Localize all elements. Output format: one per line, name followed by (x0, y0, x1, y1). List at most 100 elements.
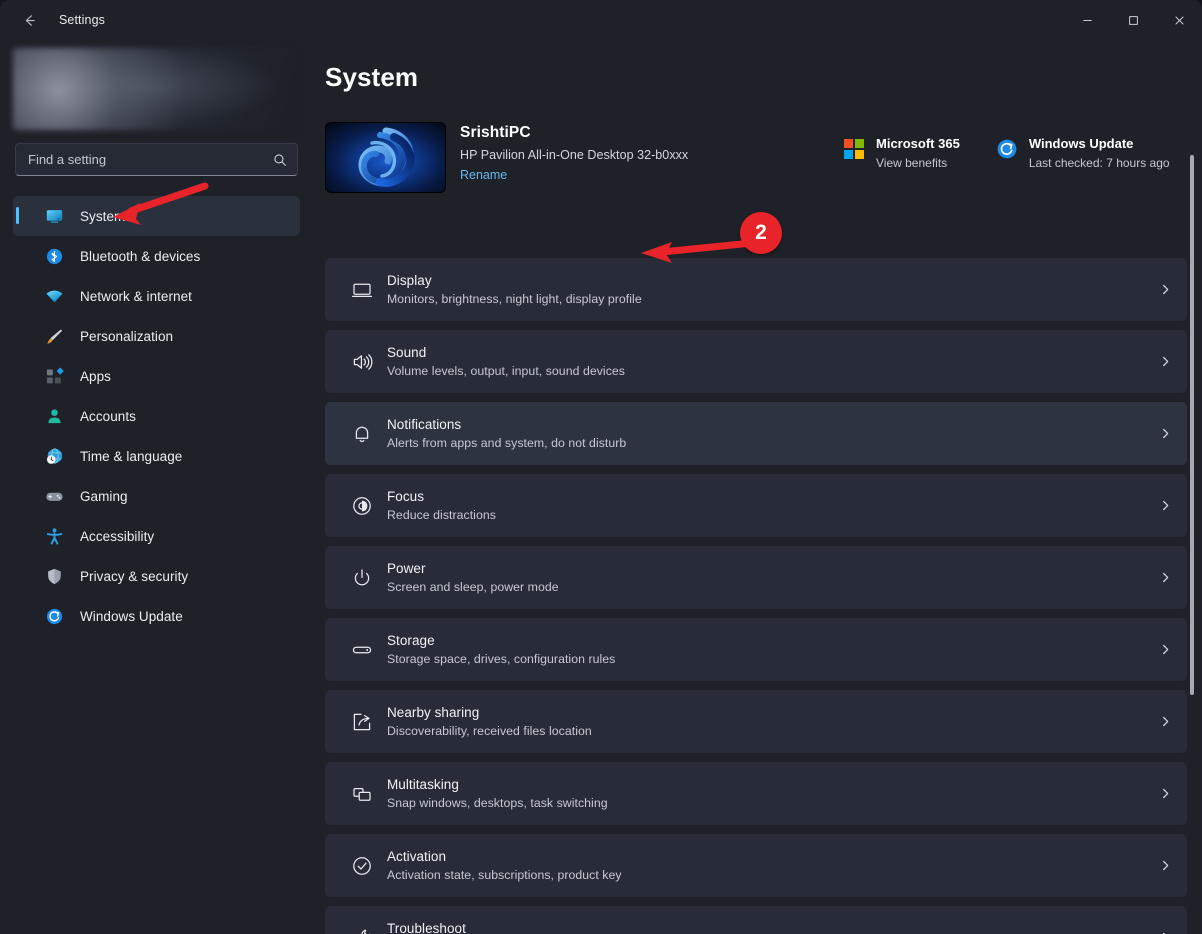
row-title: Troubleshoot (387, 921, 1143, 934)
device-model: HP Pavilion All-in-One Desktop 32-b0xxx (460, 148, 688, 162)
chevron-right-icon[interactable] (1143, 860, 1187, 871)
settings-row-activation[interactable]: Activation Activation state, subscriptio… (325, 834, 1187, 897)
speaker-icon (339, 351, 385, 373)
shield-icon (44, 566, 64, 586)
microsoft-365-card[interactable]: Microsoft 365 View benefits (843, 136, 960, 170)
sidebar-item-label: Bluetooth & devices (80, 249, 200, 264)
gamepad-icon (44, 486, 64, 506)
close-button[interactable] (1156, 0, 1202, 40)
wifi-icon (44, 286, 64, 306)
row-title: Nearby sharing (387, 705, 1143, 720)
sidebar-item-accounts[interactable]: Accounts (13, 396, 300, 436)
sidebar-item-bluetooth-devices[interactable]: Bluetooth & devices (13, 236, 300, 276)
sidebar-item-label: Accessibility (80, 529, 154, 544)
row-title: Focus (387, 489, 1143, 504)
back-button[interactable] (10, 5, 48, 35)
annotation-badge-2: 2 (740, 212, 782, 254)
chevron-right-icon[interactable] (1143, 500, 1187, 511)
share-icon (339, 711, 385, 733)
header-cards: Microsoft 365 View benefits Windows Upda… (843, 136, 1170, 170)
card-title: Windows Update (1029, 136, 1170, 151)
sidebar: System Bluetooth & devices (0, 40, 313, 934)
device-thumbnail (325, 122, 446, 193)
sidebar-item-label: Privacy & security (80, 569, 188, 584)
rename-link[interactable]: Rename (460, 168, 507, 182)
storage-drive-icon (339, 639, 385, 661)
accessibility-icon (44, 526, 64, 546)
settings-row-troubleshoot[interactable]: Troubleshoot Recommended troubleshooters… (325, 906, 1187, 934)
card-subtitle: Last checked: 7 hours ago (1029, 156, 1170, 170)
windows-bloom-wallpaper (342, 127, 430, 189)
device-info: SrishtiPC HP Pavilion All-in-One Desktop… (460, 124, 688, 184)
windows-update-card[interactable]: Windows Update Last checked: 7 hours ago (996, 136, 1170, 170)
scrollbar-thumb[interactable] (1190, 155, 1194, 695)
sidebar-item-windows-update[interactable]: Windows Update (13, 596, 300, 636)
settings-row-focus[interactable]: Focus Reduce distractions (325, 474, 1187, 537)
chevron-right-icon[interactable] (1143, 284, 1187, 295)
row-title: Display (387, 273, 1143, 288)
sidebar-item-apps[interactable]: Apps (13, 356, 300, 396)
checkmark-circle-icon (339, 855, 385, 877)
row-subtitle: Activation state, subscriptions, product… (387, 868, 1143, 882)
settings-row-nearby-sharing[interactable]: Nearby sharing Discoverability, received… (325, 690, 1187, 753)
minimize-icon (1082, 15, 1093, 26)
settings-row-power[interactable]: Power Screen and sleep, power mode (325, 546, 1187, 609)
settings-row-notifications[interactable]: Notifications Alerts from apps and syste… (325, 402, 1187, 465)
row-subtitle: Monitors, brightness, night light, displ… (387, 292, 1143, 306)
main-content: System (313, 40, 1202, 934)
sidebar-item-label: Accounts (80, 409, 136, 424)
window-title: Settings (59, 13, 105, 27)
row-title: Sound (387, 345, 1143, 360)
display-monitor-icon (44, 206, 64, 226)
account-card-blurred[interactable] (13, 48, 298, 130)
microsoft-logo-icon (843, 138, 865, 160)
card-title: Microsoft 365 (876, 136, 960, 151)
search-box[interactable] (15, 143, 298, 176)
row-title: Notifications (387, 417, 1143, 432)
sidebar-item-personalization[interactable]: Personalization (13, 316, 300, 356)
maximize-button[interactable] (1110, 0, 1156, 40)
sidebar-item-privacy-security[interactable]: Privacy & security (13, 556, 300, 596)
search-button[interactable] (263, 144, 297, 175)
sidebar-item-network-internet[interactable]: Network & internet (13, 276, 300, 316)
power-icon (339, 567, 385, 589)
device-header: SrishtiPC HP Pavilion All-in-One Desktop… (325, 122, 1188, 196)
wrench-icon (339, 927, 385, 934)
bluetooth-icon (44, 246, 64, 266)
title-bar: Settings (0, 0, 1202, 40)
chevron-right-icon[interactable] (1143, 356, 1187, 367)
sidebar-item-system[interactable]: System (13, 196, 300, 236)
chevron-right-icon[interactable] (1143, 644, 1187, 655)
sidebar-item-accessibility[interactable]: Accessibility (13, 516, 300, 556)
settings-row-multitasking[interactable]: Multitasking Snap windows, desktops, tas… (325, 762, 1187, 825)
sidebar-item-label: Apps (80, 369, 111, 384)
update-refresh-icon (996, 138, 1018, 160)
row-subtitle: Discoverability, received files location (387, 724, 1143, 738)
search-input[interactable] (16, 152, 263, 167)
chevron-right-icon[interactable] (1143, 716, 1187, 727)
settings-row-display[interactable]: Display Monitors, brightness, night ligh… (325, 258, 1187, 321)
row-title: Activation (387, 849, 1143, 864)
card-subtitle[interactable]: View benefits (876, 156, 960, 170)
sidebar-item-label: Time & language (80, 449, 182, 464)
monitor-icon (339, 279, 385, 301)
chevron-right-icon[interactable] (1143, 428, 1187, 439)
sidebar-nav: System Bluetooth & devices (13, 196, 300, 636)
search-icon (273, 153, 287, 167)
vertical-scrollbar[interactable] (1186, 88, 1198, 934)
settings-row-sound[interactable]: Sound Volume levels, output, input, soun… (325, 330, 1187, 393)
back-arrow-icon (22, 13, 37, 28)
sidebar-item-gaming[interactable]: Gaming (13, 476, 300, 516)
chevron-right-icon[interactable] (1143, 572, 1187, 583)
multitasking-windows-icon (339, 783, 385, 805)
sidebar-item-time-language[interactable]: Time & language (13, 436, 300, 476)
chevron-right-icon[interactable] (1143, 788, 1187, 799)
row-title: Storage (387, 633, 1143, 648)
row-subtitle: Snap windows, desktops, task switching (387, 796, 1143, 810)
settings-list: Display Monitors, brightness, night ligh… (325, 258, 1187, 934)
update-refresh-icon (44, 606, 64, 626)
row-subtitle: Reduce distractions (387, 508, 1143, 522)
settings-row-storage[interactable]: Storage Storage space, drives, configura… (325, 618, 1187, 681)
minimize-button[interactable] (1064, 0, 1110, 40)
window-caption-buttons (1064, 0, 1202, 40)
